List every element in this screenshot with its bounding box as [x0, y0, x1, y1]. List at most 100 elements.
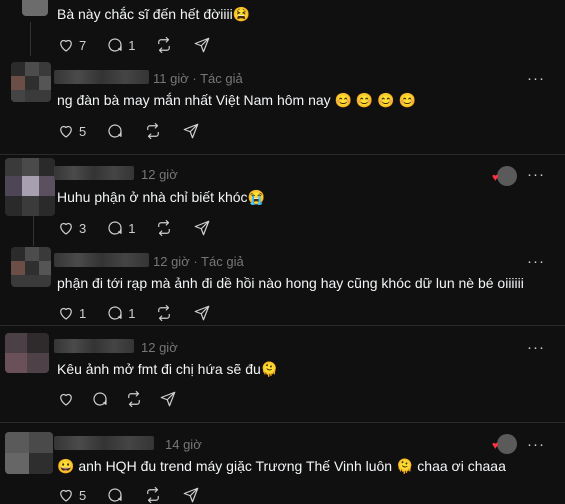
reply-count: 1 — [128, 305, 136, 321]
like-count: 5 — [79, 487, 87, 503]
like-count: 7 — [79, 37, 87, 53]
heart-icon: ♥ — [492, 172, 499, 184]
more-options-button[interactable]: ··· — [527, 70, 545, 87]
comment-text: Bà này chắc sĩ đến hết đời​iii😫 — [57, 6, 251, 22]
comment-actions — [57, 390, 197, 408]
timestamp: 12 giờ · Tác giả — [153, 254, 244, 269]
comment-icon — [108, 488, 122, 502]
heart-icon — [60, 307, 72, 320]
username-blurred[interactable] — [54, 166, 134, 180]
comment-actions: 5 — [57, 122, 220, 140]
author-tag: · Tác giả — [193, 254, 244, 269]
comment-actions: 1 1 — [57, 304, 231, 322]
comment-icon — [108, 306, 122, 320]
comment-actions: 5 — [57, 486, 220, 504]
repost-button[interactable] — [144, 122, 162, 140]
comment-text: Huhu phận ở nhà chỉ biết khóc😭 — [57, 189, 265, 205]
reply-button[interactable] — [91, 390, 109, 408]
repost-icon — [158, 304, 171, 322]
divider — [0, 154, 565, 155]
timestamp: 14 giờ — [165, 437, 202, 452]
share-button[interactable] — [193, 36, 211, 54]
heart-icon: ♥ — [492, 440, 499, 452]
like-count: 1 — [79, 305, 87, 321]
avatar[interactable] — [5, 333, 49, 373]
avatar[interactable] — [11, 247, 51, 287]
comment-text: 😀 anh HQH đu trend máy giặc Trương Thế V… — [57, 458, 506, 474]
avatar[interactable] — [11, 62, 51, 102]
comment-icon — [108, 38, 122, 52]
thread-line — [33, 216, 34, 246]
time: 11 giờ — [153, 71, 189, 86]
comment-icon — [108, 124, 122, 138]
heart-icon — [60, 393, 72, 406]
share-button[interactable] — [193, 219, 211, 237]
divider — [0, 325, 565, 326]
avatar[interactable] — [22, 0, 48, 16]
author-tag: · Tác giả — [192, 71, 243, 86]
share-button[interactable] — [182, 122, 200, 140]
repost-icon — [147, 122, 160, 140]
share-button[interactable] — [193, 304, 211, 322]
reply-count: 1 — [128, 220, 136, 236]
username-blurred[interactable] — [54, 339, 134, 353]
share-button[interactable] — [182, 486, 200, 504]
avatar[interactable] — [5, 432, 53, 474]
username-blurred[interactable] — [54, 70, 149, 84]
repost-icon — [158, 36, 171, 54]
share-icon — [160, 391, 176, 407]
reply-button[interactable] — [106, 122, 124, 140]
like-button[interactable]: 7 — [57, 36, 86, 54]
like-count: 5 — [79, 123, 87, 139]
timestamp: 12 giờ — [141, 167, 178, 182]
reply-button[interactable]: 1 — [106, 304, 135, 322]
comment-icon — [108, 221, 122, 235]
more-options-button[interactable]: ··· — [527, 436, 545, 453]
more-options-button[interactable]: ··· — [527, 253, 545, 270]
repost-button[interactable] — [155, 304, 173, 322]
like-button[interactable] — [57, 390, 75, 408]
time: 12 giờ — [153, 254, 190, 269]
like-button[interactable]: 5 — [57, 486, 86, 504]
timestamp: 11 giờ · Tác giả — [153, 71, 243, 86]
repost-icon — [128, 390, 140, 408]
repost-button[interactable] — [125, 390, 143, 408]
share-icon — [195, 37, 210, 53]
more-options-button[interactable]: ··· — [527, 166, 545, 183]
share-icon — [195, 305, 210, 321]
username-blurred[interactable] — [54, 253, 149, 267]
share-icon — [183, 123, 199, 139]
heart-icon — [60, 222, 72, 235]
author-liked-badge: ♥ — [492, 434, 517, 454]
author-liked-badge: ♥ — [492, 166, 517, 186]
heart-icon — [60, 489, 72, 502]
repost-icon — [158, 219, 171, 237]
like-button[interactable]: 5 — [57, 122, 86, 140]
reply-button[interactable] — [106, 486, 124, 504]
divider — [0, 422, 565, 423]
comment-text: phận đi tới rạp mà ảnh đi dề hồi nào hon… — [57, 275, 524, 291]
thread-line — [30, 22, 31, 56]
username-blurred[interactable] — [54, 436, 154, 450]
reply-count: 1 — [128, 37, 136, 53]
avatar[interactable] — [5, 158, 55, 216]
comment-text: ng đàn bà may mắn nhất Việt Nam hôm nay … — [57, 92, 416, 108]
reply-button[interactable]: 1 — [106, 36, 135, 54]
repost-icon — [147, 486, 160, 504]
comment-icon — [93, 392, 107, 406]
share-icon — [183, 487, 199, 503]
comment-actions: 7 1 — [57, 36, 231, 54]
like-button[interactable]: 3 — [57, 219, 86, 237]
like-count: 3 — [79, 220, 87, 236]
repost-button[interactable] — [155, 36, 173, 54]
timestamp: 12 giờ — [141, 340, 178, 355]
more-options-button[interactable]: ··· — [527, 339, 545, 356]
share-button[interactable] — [159, 390, 177, 408]
like-button[interactable]: 1 — [57, 304, 86, 322]
share-icon — [195, 220, 210, 236]
repost-button[interactable] — [144, 486, 162, 504]
heart-icon — [60, 125, 72, 138]
comment-actions: 3 1 — [57, 219, 231, 237]
reply-button[interactable]: 1 — [106, 219, 135, 237]
repost-button[interactable] — [155, 219, 173, 237]
